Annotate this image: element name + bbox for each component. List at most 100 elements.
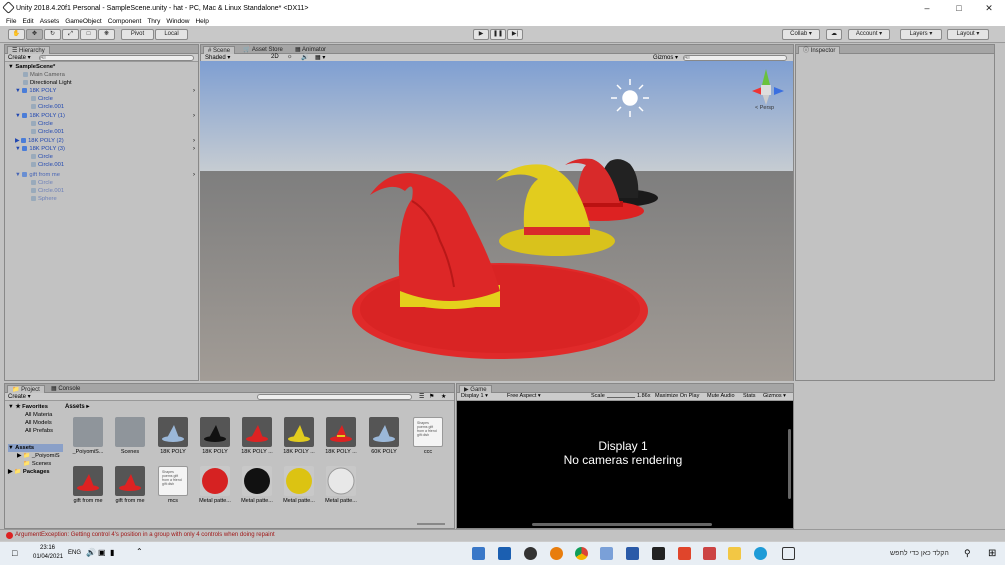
rect-tool-icon[interactable]: □ [80,29,97,40]
language-indicator[interactable]: ENG [68,550,81,556]
hand-tool-icon[interactable]: ✋ [8,29,25,40]
scale-slider[interactable] [607,397,635,398]
menu-component[interactable]: Component [108,18,142,25]
asset-ccc[interactable]: Shapes poems gift from a friend gift dis… [410,417,446,455]
asset-mcs[interactable]: Shapes poems gift from a friend gift dis… [155,466,191,504]
hierarchy-item-directional-light[interactable]: Directional Light [23,79,72,87]
windows-start-icon[interactable]: ⊞ [988,548,996,559]
taskbar-app-icon[interactable] [600,547,613,560]
search-icon[interactable]: ⚲ [964,548,971,559]
asset-metal-pattern-black[interactable]: Metal patte... [239,466,275,504]
asset-18k-poly[interactable]: 18K POLY [197,417,233,455]
chrome-icon[interactable] [575,547,588,560]
transform-tool-icon[interactable]: ❋ [98,29,115,40]
folder-item[interactable]: 📁 Scenes [23,460,51,468]
pause-button[interactable]: ❚❚ [490,29,506,40]
mute-audio-toggle[interactable]: Mute Audio [707,393,735,399]
asset-folder-poiyomi[interactable]: _PoiyomiS... [70,417,106,455]
gizmos-dropdown[interactable]: Gizmos ▾ [653,54,678,61]
taskbar-app-icon[interactable] [652,547,665,560]
favorites-header[interactable]: ▼ ★ Favorites [8,403,48,411]
hierarchy-item-circle[interactable]: Circle [31,153,53,161]
scale-tool-icon[interactable]: ⤢ [62,29,79,40]
persp-label[interactable]: < Persp [755,105,774,111]
tab-console[interactable]: ▦ Console [47,385,84,393]
scene-viewport[interactable]: < Persp [200,61,793,381]
hierarchy-search-input[interactable] [39,55,194,61]
menu-edit[interactable]: Edit [22,18,33,25]
asset-18k-poly[interactable]: 18K POLY ... [281,417,317,455]
clock-date[interactable]: 01/04/2021 [33,554,63,560]
hierarchy-item-circle-001[interactable]: Circle.001 [31,161,64,169]
tab-project[interactable]: 📁 Project [7,385,45,393]
step-button[interactable]: ▶| [507,29,523,40]
hierarchy-item-circle-001[interactable]: Circle.001 [31,103,64,111]
chevron-right-icon[interactable]: › [193,172,195,178]
horizontal-scrollbar[interactable] [532,523,712,526]
favorites-item[interactable]: All Prefabs [25,427,53,435]
hierarchy-create-button[interactable]: Create ▾ [8,54,31,61]
menu-window[interactable]: Window [166,18,189,25]
edge-icon[interactable] [754,547,767,560]
scene-root[interactable]: ▼ SampleScene* [8,63,55,71]
hierarchy-item-circle[interactable]: Circle [31,120,53,128]
rotate-tool-icon[interactable]: ↻ [44,29,61,40]
asset-18k-poly[interactable]: 18K POLY ... [239,417,275,455]
asset-gift-from-me[interactable]: gift from me [70,466,106,504]
taskbar-app-icon[interactable] [472,547,485,560]
blender-icon[interactable] [550,547,563,560]
hierarchy-item-18k-poly-3[interactable]: ▼ 18K POLY (3) [15,145,65,153]
asset-metal-pattern-yellow[interactable]: Metal patte... [281,466,317,504]
tab-scene[interactable]: # Scene [203,46,236,54]
star-icon[interactable]: ★ [441,393,446,400]
menu-file[interactable]: File [6,18,16,25]
hierarchy-item-18k-poly[interactable]: ▼ 18K POLY [15,87,56,95]
layout-dropdown[interactable]: Layout ▾ [947,29,989,40]
chevron-right-icon[interactable]: › [193,146,195,152]
hierarchy-item-circle[interactable]: Circle [31,179,53,187]
label-icon[interactable]: ⚑ [429,393,434,400]
asset-metal-pattern-white[interactable]: Metal patte... [323,466,359,504]
chevron-right-icon[interactable]: › [193,113,195,119]
display-dropdown[interactable]: Display 1 ▾ [461,393,488,399]
project-create-button[interactable]: Create ▾ [8,393,31,400]
asset-folder-scenes[interactable]: Scenes [112,417,148,455]
play-button[interactable]: ▶ [473,29,489,40]
cloud-icon[interactable]: ☁ [826,29,842,40]
status-bar[interactable]: ArgumentException: Getting control 4's p… [0,529,1005,540]
layers-dropdown[interactable]: Layers ▾ [900,29,942,40]
aspect-dropdown[interactable]: Free Aspect ▾ [507,393,541,399]
packages-tree[interactable]: ▶ 📁 Packages [8,468,50,476]
clock-time[interactable]: 23:16 [40,545,55,551]
hierarchy-item-18k-poly-1[interactable]: ▼ 18K POLY (1) [15,112,65,120]
local-button[interactable]: Local [155,29,188,40]
asset-18k-poly[interactable]: 18K POLY ... [323,417,359,455]
tray-chevron-icon[interactable]: ⌃ [136,547,143,556]
game-gizmos-dropdown[interactable]: Gizmos ▾ [763,393,786,399]
hierarchy-item-main-camera[interactable]: Main Camera [23,71,65,79]
taskbar-app-icon[interactable] [703,547,716,560]
tab-animator[interactable]: ▦ Animator [291,46,330,54]
stats-toggle[interactable]: Stats [743,393,756,399]
notification-icon[interactable]: □ [12,548,17,558]
chevron-right-icon[interactable]: › [193,138,195,144]
filter-icon[interactable]: ☰ [419,393,424,400]
taskbar-search-box[interactable]: הקלד כאן כדי לחפש [890,550,949,557]
hierarchy-item-sphere[interactable]: Sphere [31,195,57,203]
shading-mode-dropdown[interactable]: Shaded ▾ [205,54,230,61]
unity-taskbar-icon[interactable] [524,547,537,560]
volume-icon[interactable]: 🔊 [86,548,96,557]
audio-icon[interactable]: 🔊 [301,54,308,61]
tab-game[interactable]: ▶ Game [459,385,492,393]
file-explorer-icon[interactable] [728,547,741,560]
maximize-button[interactable]: □ [947,0,971,16]
move-tool-icon[interactable]: ✥ [26,29,43,40]
project-search-input[interactable] [257,394,412,400]
hierarchy-item-circle[interactable]: Circle [31,95,53,103]
hierarchy-item-18k-poly-2[interactable]: ▶ 18K POLY (2) [15,137,64,145]
close-button[interactable]: ✕ [977,0,1001,16]
thumbnail-size-slider[interactable] [417,523,445,525]
network-icon[interactable]: ▣ [98,548,106,557]
tab-inspector[interactable]: ⓘ Inspector [798,46,841,54]
asset-metal-pattern-red[interactable]: Metal patte... [197,466,233,504]
